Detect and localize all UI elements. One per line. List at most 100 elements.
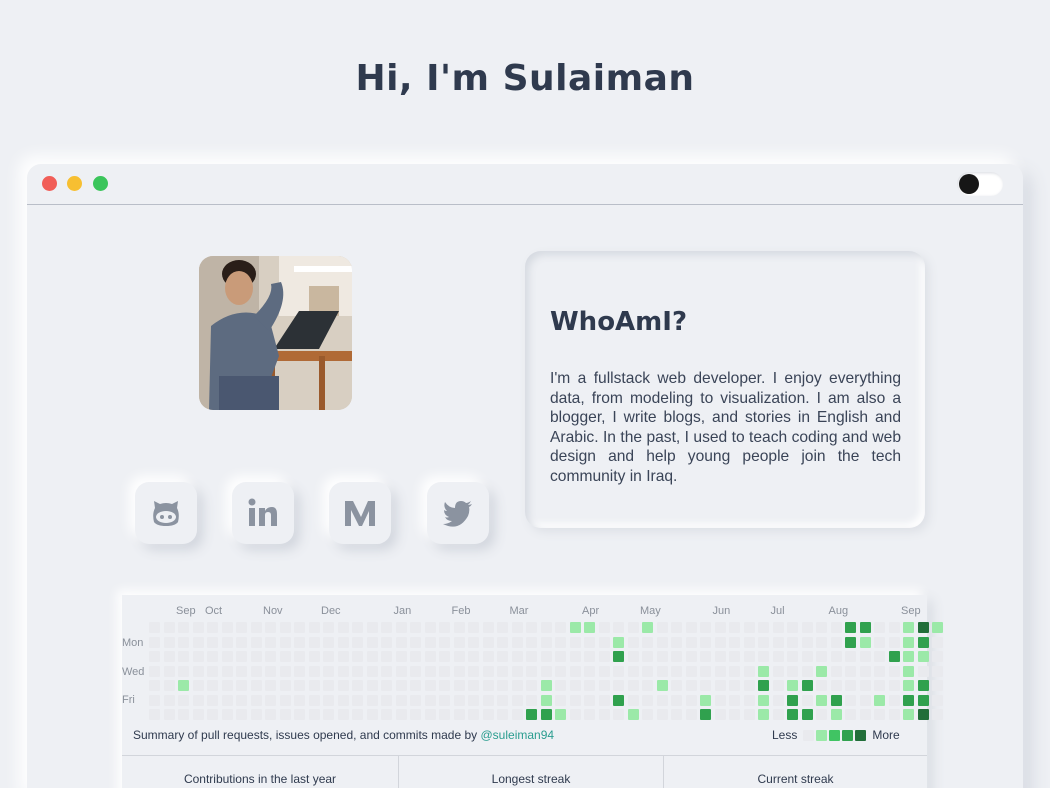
contribution-cell[interactable] (511, 622, 523, 633)
contribution-cell[interactable] (149, 680, 160, 691)
contribution-cell[interactable] (656, 680, 668, 691)
contribution-cell[interactable] (743, 622, 755, 633)
contribution-cell[interactable] (598, 709, 610, 720)
contribution-cell[interactable] (874, 680, 885, 691)
contribution-cell[interactable] (265, 636, 276, 648)
medium-button[interactable] (329, 482, 391, 544)
contribution-cell[interactable] (743, 694, 755, 706)
contribution-cell[interactable] (497, 651, 508, 662)
contribution-cell[interactable] (888, 636, 900, 648)
contribution-cell[interactable] (497, 636, 508, 648)
contribution-cell[interactable] (352, 665, 363, 677)
contribution-cell[interactable] (772, 636, 784, 648)
contribution-cell[interactable] (149, 651, 160, 662)
contribution-cell[interactable] (439, 651, 450, 662)
contribution-cell[interactable] (569, 665, 581, 677)
contribution-cell[interactable] (439, 680, 450, 691)
contribution-cell[interactable] (584, 651, 595, 662)
contribution-cell[interactable] (526, 622, 537, 633)
contribution-cell[interactable] (816, 709, 827, 720)
contribution-cell[interactable] (888, 709, 900, 720)
contribution-cell[interactable] (178, 665, 189, 677)
contribution-cell[interactable] (598, 694, 610, 706)
contribution-cell[interactable] (932, 622, 943, 633)
contribution-cell[interactable] (627, 651, 639, 662)
contribution-cell[interactable] (453, 680, 465, 691)
contribution-cell[interactable] (482, 680, 494, 691)
contribution-cell[interactable] (352, 651, 363, 662)
contribution-cell[interactable] (265, 622, 276, 633)
contribution-cell[interactable] (207, 694, 218, 706)
contribution-cell[interactable] (859, 636, 871, 648)
contribution-cell[interactable] (830, 680, 842, 691)
contribution-cell[interactable] (584, 694, 595, 706)
contribution-cell[interactable] (482, 665, 494, 677)
contribution-cell[interactable] (598, 622, 610, 633)
contribution-cell[interactable] (627, 636, 639, 648)
contribution-cell[interactable] (685, 680, 697, 691)
contribution-cell[interactable] (656, 709, 668, 720)
contribution-cell[interactable] (656, 694, 668, 706)
contribution-cell[interactable] (642, 709, 653, 720)
contribution-cell[interactable] (830, 709, 842, 720)
contribution-cell[interactable] (714, 680, 726, 691)
contribution-cell[interactable] (192, 709, 204, 720)
contribution-cell[interactable] (207, 680, 218, 691)
contribution-cell[interactable] (845, 709, 856, 720)
contribution-cell[interactable] (801, 651, 813, 662)
contribution-cell[interactable] (163, 709, 175, 720)
contribution-cell[interactable] (381, 680, 392, 691)
contribution-cell[interactable] (366, 680, 378, 691)
contribution-cell[interactable] (903, 694, 914, 706)
contribution-cell[interactable] (221, 680, 233, 691)
contribution-cell[interactable] (221, 694, 233, 706)
contribution-cell[interactable] (758, 680, 769, 691)
contribution-cell[interactable] (366, 694, 378, 706)
contribution-cell[interactable] (381, 709, 392, 720)
contribution-cell[interactable] (352, 680, 363, 691)
contribution-cell[interactable] (308, 709, 320, 720)
contribution-cell[interactable] (932, 680, 943, 691)
contribution-cell[interactable] (337, 665, 349, 677)
close-dot[interactable] (42, 176, 57, 191)
contribution-cell[interactable] (540, 651, 552, 662)
contribution-cell[interactable] (772, 665, 784, 677)
contribution-cell[interactable] (178, 651, 189, 662)
contribution-cell[interactable] (772, 680, 784, 691)
contribution-cell[interactable] (279, 694, 291, 706)
contribution-cell[interactable] (584, 665, 595, 677)
contribution-cell[interactable] (221, 665, 233, 677)
contribution-cell[interactable] (845, 651, 856, 662)
contribution-cell[interactable] (903, 636, 914, 648)
contribution-cell[interactable] (381, 636, 392, 648)
contribution-cell[interactable] (236, 709, 247, 720)
contribution-cell[interactable] (511, 665, 523, 677)
contribution-cell[interactable] (540, 694, 552, 706)
contribution-cell[interactable] (874, 694, 885, 706)
contribution-cell[interactable] (540, 665, 552, 677)
contribution-cell[interactable] (410, 680, 421, 691)
contribution-cell[interactable] (642, 694, 653, 706)
contribution-cell[interactable] (294, 680, 305, 691)
contribution-cell[interactable] (337, 680, 349, 691)
contribution-cell[interactable] (294, 709, 305, 720)
contribution-cell[interactable] (337, 622, 349, 633)
contribution-cell[interactable] (250, 636, 262, 648)
contribution-cell[interactable] (787, 709, 798, 720)
contribution-cell[interactable] (250, 709, 262, 720)
contribution-cell[interactable] (279, 709, 291, 720)
contribution-cell[interactable] (830, 665, 842, 677)
contribution-cell[interactable] (627, 694, 639, 706)
contribution-cell[interactable] (613, 694, 624, 706)
contribution-cell[interactable] (395, 651, 407, 662)
contribution-cell[interactable] (685, 651, 697, 662)
contribution-cell[interactable] (598, 680, 610, 691)
contribution-cell[interactable] (859, 680, 871, 691)
contribution-cell[interactable] (207, 665, 218, 677)
contribution-cell[interactable] (729, 680, 740, 691)
contribution-cell[interactable] (540, 622, 552, 633)
contribution-cell[interactable] (584, 709, 595, 720)
contribution-cell[interactable] (816, 680, 827, 691)
contribution-cell[interactable] (250, 680, 262, 691)
contribution-cell[interactable] (424, 694, 436, 706)
